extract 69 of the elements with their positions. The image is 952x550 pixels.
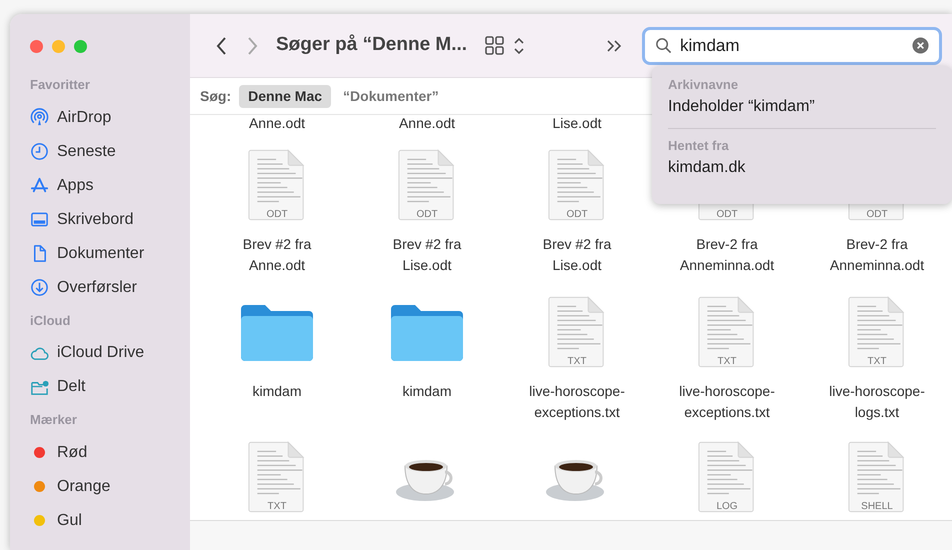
sidebar-item[interactable]: Overførsler	[57, 276, 137, 300]
minimize-button[interactable]	[52, 40, 65, 53]
file-name[interactable]: live-horoscope-exceptions.txt	[518, 381, 636, 423]
file-name[interactable]: live-horoscope-logs.txt	[818, 381, 936, 423]
file-name[interactable]: Brev-2 fra Anneminna.odt	[818, 234, 936, 276]
document-icon[interactable]	[848, 296, 906, 368]
suggestion-heading: Hentet fra	[668, 137, 730, 155]
apps-icon	[30, 176, 49, 195]
sidebar-heading: Favoritter	[30, 76, 91, 94]
file-type-label: TXT	[866, 356, 888, 367]
zoom-button[interactable]	[74, 40, 87, 53]
document-icon[interactable]	[848, 441, 906, 513]
close-button[interactable]	[30, 40, 43, 53]
document-icon[interactable]	[548, 149, 606, 221]
forward-icon[interactable]	[246, 36, 258, 56]
sidebar-item[interactable]: Apps	[57, 174, 94, 198]
download-icon	[30, 278, 49, 297]
document-icon[interactable]	[698, 296, 756, 368]
file-name[interactable]: Brev-2 fra Anneminna.odt	[668, 234, 786, 276]
file-type-label: ODT	[415, 209, 439, 220]
sidebar-item[interactable]: Seneste	[57, 140, 116, 164]
scope-tab[interactable]: “Dokumenter”	[339, 84, 443, 108]
file-name[interactable]: Anne.odt	[248, 115, 306, 131]
file-name[interactable]: Lise.odt	[552, 115, 602, 131]
document-icon[interactable]	[398, 149, 456, 221]
file-type-label: ODT	[265, 209, 289, 220]
file-type-label: TXT	[566, 356, 588, 367]
back-icon[interactable]	[216, 36, 228, 56]
scope-label: Søg:	[200, 86, 232, 106]
file-name[interactable]: kimdam	[402, 381, 452, 423]
search-icon	[655, 37, 672, 54]
suggestion-item[interactable]: kimdam.dk	[668, 155, 936, 181]
sidebar-item[interactable]: iCloud Drive	[57, 341, 144, 365]
file-type-label: TXT	[716, 356, 738, 367]
suggestion-heading: Arkivnavne	[668, 76, 740, 94]
file-name[interactable]: Anne.odt	[398, 115, 456, 131]
sidebar-item[interactable]: Delt	[57, 375, 86, 399]
file-type-label: LOG	[715, 501, 739, 512]
file-type-label: ODT	[715, 209, 739, 220]
more-icon[interactable]	[606, 38, 624, 52]
file-type-label: ODT	[865, 209, 889, 220]
file-name[interactable]: Brev #2 fra Lise.odt	[368, 234, 486, 276]
file-type-label: SHELL	[860, 501, 894, 512]
clock-icon	[30, 142, 49, 161]
search-field[interactable]: kimdam	[642, 26, 942, 64]
document-icon[interactable]	[248, 149, 306, 221]
document-icon[interactable]	[248, 441, 306, 513]
sidebar-item[interactable]: Skrivebord	[57, 208, 134, 232]
clear-icon[interactable]	[912, 37, 929, 54]
file-type-label: ODT	[565, 209, 589, 220]
sidebar-heading: iCloud	[30, 312, 72, 330]
sidebar-item[interactable]: Orange	[57, 474, 110, 498]
window-title: Søger på “Denne M...	[276, 33, 468, 58]
scope-tab[interactable]: Denne Mac	[239, 84, 332, 108]
sidebar-item[interactable]: Dokumenter	[57, 242, 144, 266]
sidebar-item[interactable]: Gul	[57, 508, 82, 532]
file-name[interactable]: Brev #2 fra Lise.odt	[518, 234, 636, 276]
airdrop-icon	[30, 108, 49, 127]
desktop-icon	[30, 210, 49, 229]
file-name[interactable]: kimdam	[252, 381, 302, 423]
document-icon[interactable]	[698, 441, 756, 513]
sidebar-item[interactable]: Rød	[57, 440, 88, 464]
sidebar-item[interactable]: AirDrop	[57, 106, 112, 130]
file-type-label: TXT	[266, 501, 288, 512]
sidebar-heading: Mærker	[30, 411, 78, 429]
document-icon[interactable]	[548, 296, 606, 368]
suggestion-item[interactable]: Indeholder “kimdam”	[668, 94, 936, 120]
file-name[interactable]: live-horoscope-exceptions.txt	[668, 381, 786, 423]
file-name[interactable]: Brev #2 fra Anne.odt	[218, 234, 336, 276]
